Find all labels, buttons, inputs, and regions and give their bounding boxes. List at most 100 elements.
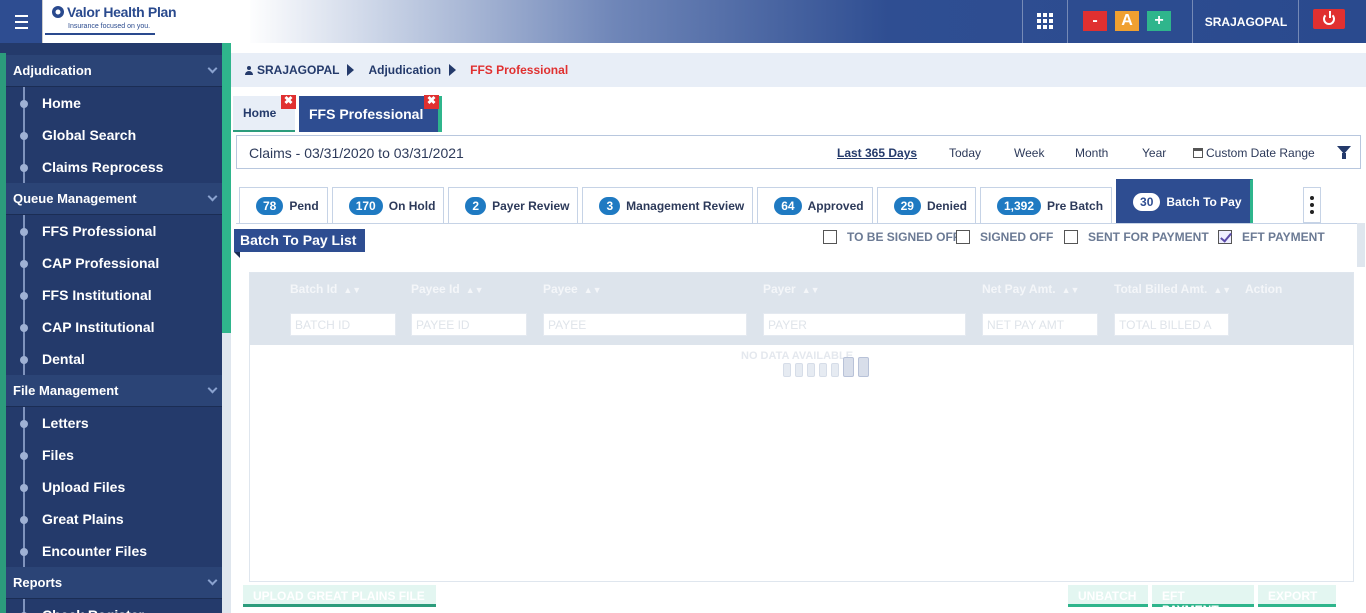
- tab-denied[interactable]: 29 Denied: [876, 187, 976, 223]
- sidebar-item-home[interactable]: Home: [6, 87, 222, 119]
- header-user-name[interactable]: SRAJAGOPAL: [1194, 0, 1298, 43]
- font-decrease-button[interactable]: -: [1083, 11, 1107, 31]
- main-content: SRAJAGOPAL Adjudication FFS Professional…: [231, 43, 1366, 613]
- checkbox[interactable]: [1064, 230, 1078, 244]
- sidebar-item-claims-reprocess[interactable]: Claims Reprocess: [6, 151, 222, 183]
- checkbox[interactable]: [956, 230, 970, 244]
- column-batch-id[interactable]: Batch Id ▲▼: [290, 282, 361, 296]
- range-year[interactable]: Year: [1142, 146, 1166, 160]
- eft-payment-button[interactable]: EFT PAYMENT: [1152, 585, 1254, 613]
- tab-label: Pre Batch: [1047, 198, 1104, 213]
- sidebar-section-reports[interactable]: Reports: [6, 567, 222, 599]
- column-total-billed-amt[interactable]: Total Billed Amt. ▲▼: [1114, 282, 1231, 296]
- filter-total-billed-input[interactable]: TOTAL BILLED A: [1114, 313, 1229, 336]
- grid-action-bar: UPLOAD GREAT PLAINS FILE UNBATCH EFT PAY…: [243, 583, 1353, 613]
- check-eft-payment[interactable]: EFT PAYMENT: [1218, 230, 1325, 244]
- range-custom-date[interactable]: Custom Date Range: [1193, 146, 1315, 160]
- filter-batch-id-input[interactable]: BATCH ID: [290, 313, 396, 336]
- sort-icon: ▲▼: [583, 285, 602, 295]
- tab-count-badge: 3: [599, 196, 621, 215]
- range-week[interactable]: Week: [1014, 146, 1044, 160]
- close-icon[interactable]: ✖: [281, 95, 296, 109]
- sidebar-item-letters[interactable]: Letters: [6, 407, 222, 439]
- breadcrumb-current: FFS Professional: [470, 63, 569, 77]
- tab-pend[interactable]: 78 Pend: [239, 187, 328, 223]
- filter-payee-input[interactable]: PAYEE: [543, 313, 747, 336]
- logout-power-icon[interactable]: [1313, 9, 1345, 29]
- checkbox-label: SENT FOR PAYMENT: [1088, 230, 1209, 244]
- range-today[interactable]: Today: [949, 146, 981, 160]
- sidebar-section-adjudication[interactable]: Adjudication: [6, 55, 222, 87]
- column-action: Action: [1245, 282, 1283, 296]
- column-payee-id[interactable]: Payee Id ▲▼: [411, 282, 484, 296]
- check-sent-for-payment[interactable]: SENT FOR PAYMENT: [1064, 230, 1209, 244]
- tab-management-review[interactable]: 3 Management Review: [582, 187, 754, 223]
- brand-logo: Valor Health Plan Insurance focused on y…: [42, 0, 250, 43]
- status-tabs: 78 Pend 170 On Hold 2 Payer Review 3 Managem…: [239, 179, 1257, 223]
- sidebar: Adjudication Home Global Search Claims R…: [0, 43, 231, 613]
- sidebar-section-queue-management[interactable]: Queue Management: [6, 183, 222, 215]
- check-signed-off[interactable]: SIGNED OFF: [956, 230, 1053, 244]
- range-custom-label: Custom Date Range: [1206, 146, 1315, 160]
- sidebar-item-cap-institutional[interactable]: CAP Institutional: [6, 311, 222, 343]
- unbatch-button[interactable]: UNBATCH: [1068, 585, 1148, 607]
- tab-home-label: Home: [243, 106, 277, 120]
- tab-label: On Hold: [388, 198, 436, 213]
- sidebar-section-file-management[interactable]: File Management: [6, 375, 222, 407]
- column-label: Payee Id: [411, 282, 460, 296]
- brand-name: Valor Health Plan: [67, 4, 177, 20]
- close-icon[interactable]: ✖: [424, 95, 439, 109]
- range-last-365-days[interactable]: Last 365 Days: [837, 146, 917, 160]
- upload-great-plains-button[interactable]: UPLOAD GREAT PLAINS FILE: [243, 585, 436, 607]
- column-payee[interactable]: Payee ▲▼: [543, 282, 602, 296]
- sidebar-item-upload-files[interactable]: Upload Files: [6, 471, 222, 503]
- filter-net-pay-input[interactable]: NET PAY AMT: [982, 313, 1098, 336]
- column-payer[interactable]: Payer ▲▼: [763, 282, 820, 296]
- sidebar-scrollbar-thumb[interactable]: [222, 43, 231, 333]
- checkbox[interactable]: [823, 230, 837, 244]
- font-increase-button[interactable]: +: [1147, 11, 1171, 31]
- tab-batch-to-pay[interactable]: 30 Batch To Pay: [1116, 179, 1253, 223]
- apps-grid-icon[interactable]: [1037, 13, 1053, 29]
- more-options-icon[interactable]: [1303, 187, 1321, 223]
- toolbar-divider: [1067, 0, 1068, 43]
- sidebar-item-files[interactable]: Files: [6, 439, 222, 471]
- tab-on-hold[interactable]: 170 On Hold: [331, 187, 445, 223]
- sidebar-item-check-register[interactable]: Check Register: [6, 599, 222, 613]
- sidebar-item-ffs-professional[interactable]: FFS Professional: [6, 215, 222, 247]
- tab-home[interactable]: Home ✖: [233, 95, 296, 132]
- check-to-be-signed-off[interactable]: TO BE SIGNED OFF: [823, 230, 960, 244]
- sidebar-item-ffs-institutional[interactable]: FFS Institutional: [6, 279, 222, 311]
- sidebar-item-global-search[interactable]: Global Search: [6, 119, 222, 151]
- tab-pre-batch[interactable]: 1,392 Pre Batch: [979, 187, 1113, 223]
- breadcrumb-section[interactable]: Adjudication: [368, 63, 441, 77]
- batch-grid: Batch Id ▲▼ Payee Id ▲▼ Payee ▲▼ Payer ▲▼ Ne…: [249, 272, 1354, 582]
- export-button[interactable]: EXPORT: [1258, 585, 1336, 607]
- tab-ffs-professional[interactable]: FFS Professional ✖: [299, 95, 442, 132]
- sidebar-item-dental[interactable]: Dental: [6, 343, 222, 375]
- sort-icon: ▲▼: [1061, 285, 1080, 295]
- filter-payer-input[interactable]: PAYER: [763, 313, 966, 336]
- tab-approved[interactable]: 64 Approved: [757, 187, 873, 223]
- sidebar-item-encounter-files[interactable]: Encounter Files: [6, 535, 222, 567]
- breadcrumb-user[interactable]: SRAJAGOPAL: [245, 63, 339, 77]
- sidebar-item-great-plains[interactable]: Great Plains: [6, 503, 222, 535]
- filter-payee-id-input[interactable]: PAYEE ID: [411, 313, 527, 336]
- sidebar-item-cap-professional[interactable]: CAP Professional: [6, 247, 222, 279]
- checkbox-checked[interactable]: [1218, 230, 1232, 244]
- brand-underline: [45, 33, 155, 35]
- font-reset-button[interactable]: A: [1115, 11, 1139, 31]
- tab-payer-review[interactable]: 2 Payer Review: [448, 187, 579, 223]
- hamburger-menu-icon[interactable]: [0, 0, 42, 43]
- calendar-icon: [1193, 148, 1203, 158]
- grid-header: Batch Id ▲▼ Payee Id ▲▼ Payee ▲▼ Payer ▲▼ Ne…: [250, 273, 1353, 345]
- tab-count-badge: 2: [465, 196, 487, 215]
- sort-icon: ▲▼: [1213, 285, 1232, 295]
- content-scrollbar[interactable]: [1357, 223, 1365, 267]
- filter-icon[interactable]: [1337, 146, 1351, 159]
- range-month[interactable]: Month: [1075, 146, 1108, 160]
- tab-count-badge: 170: [348, 196, 383, 215]
- sidebar-section-label: Queue Management: [13, 191, 137, 206]
- column-net-pay-amt[interactable]: Net Pay Amt. ▲▼: [982, 282, 1079, 296]
- list-title: Batch To Pay List: [234, 229, 365, 258]
